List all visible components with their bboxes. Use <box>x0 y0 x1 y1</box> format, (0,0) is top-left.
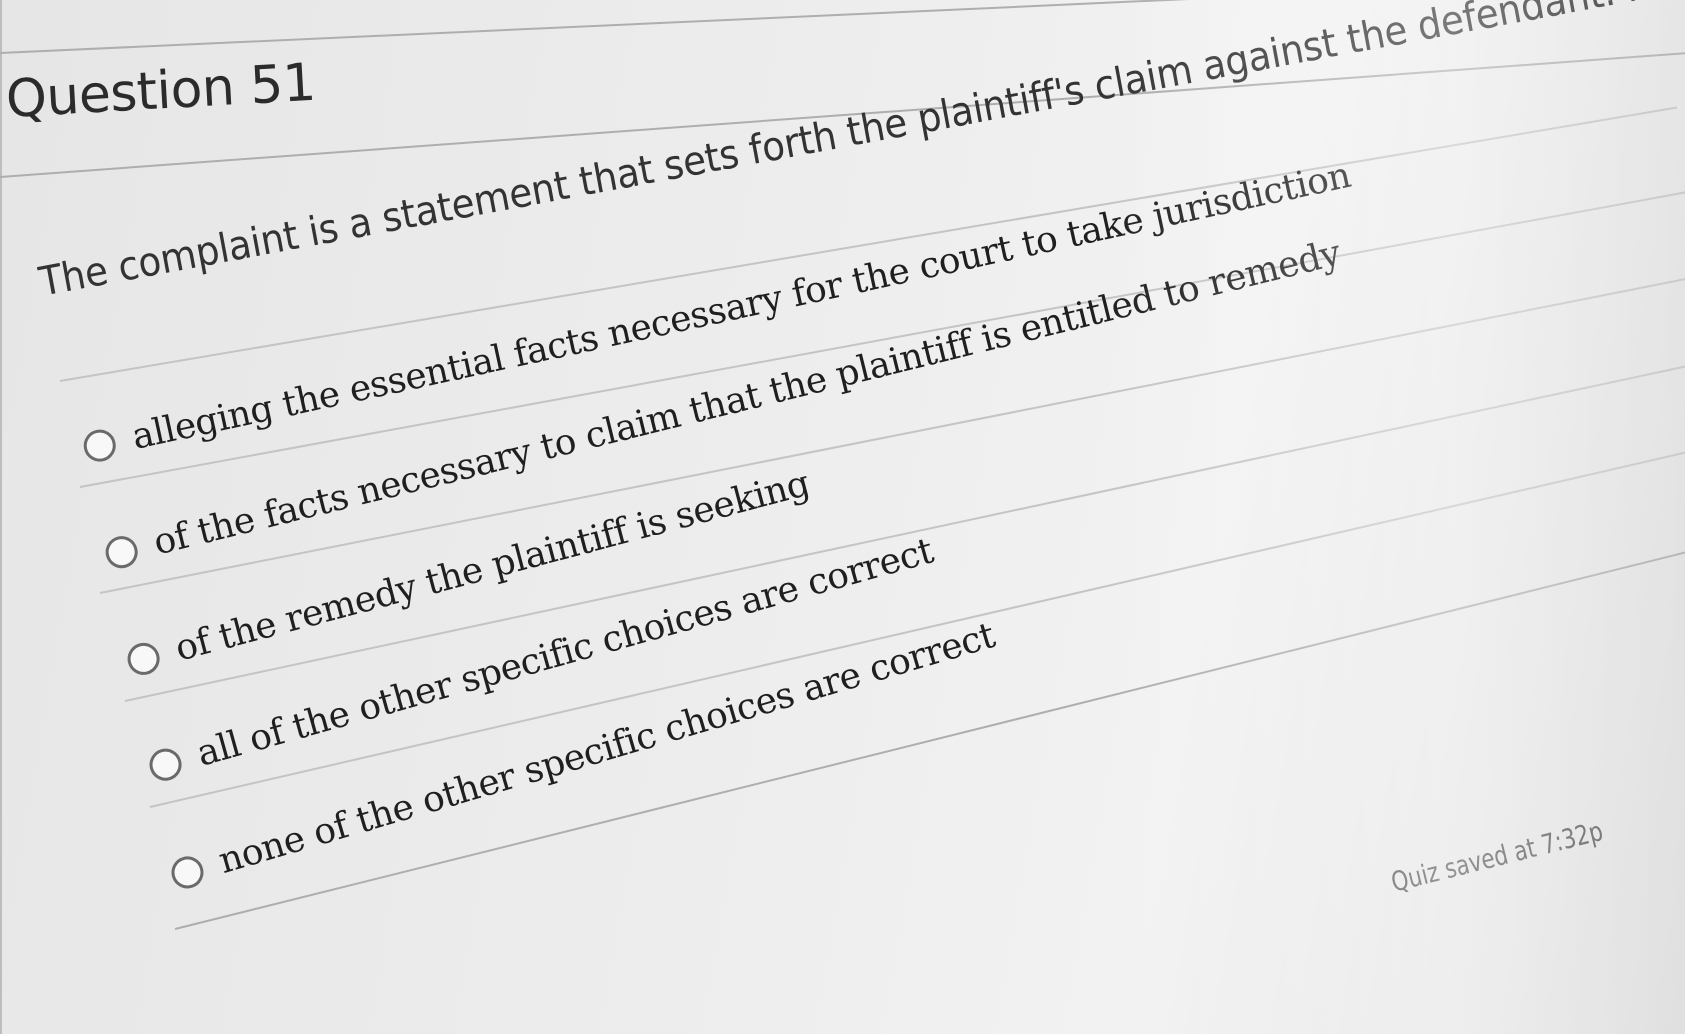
question-card: Question 51 The complaint is a statement… <box>0 0 1685 1034</box>
answer-option-3[interactable]: of the remedy the plaintiff is seeking <box>123 463 814 682</box>
question-title: Question 51 <box>4 52 317 130</box>
quiz-saved-status: Quiz saved at 7:32p <box>1388 816 1607 899</box>
radio-button[interactable] <box>80 426 119 465</box>
radio-button[interactable] <box>145 744 186 784</box>
quiz-screen: Question 51 The complaint is a statement… <box>0 0 1685 1034</box>
card-left-border <box>0 0 2 1034</box>
radio-button[interactable] <box>123 638 164 678</box>
radio-button[interactable] <box>102 532 141 572</box>
radio-button[interactable] <box>167 852 208 892</box>
